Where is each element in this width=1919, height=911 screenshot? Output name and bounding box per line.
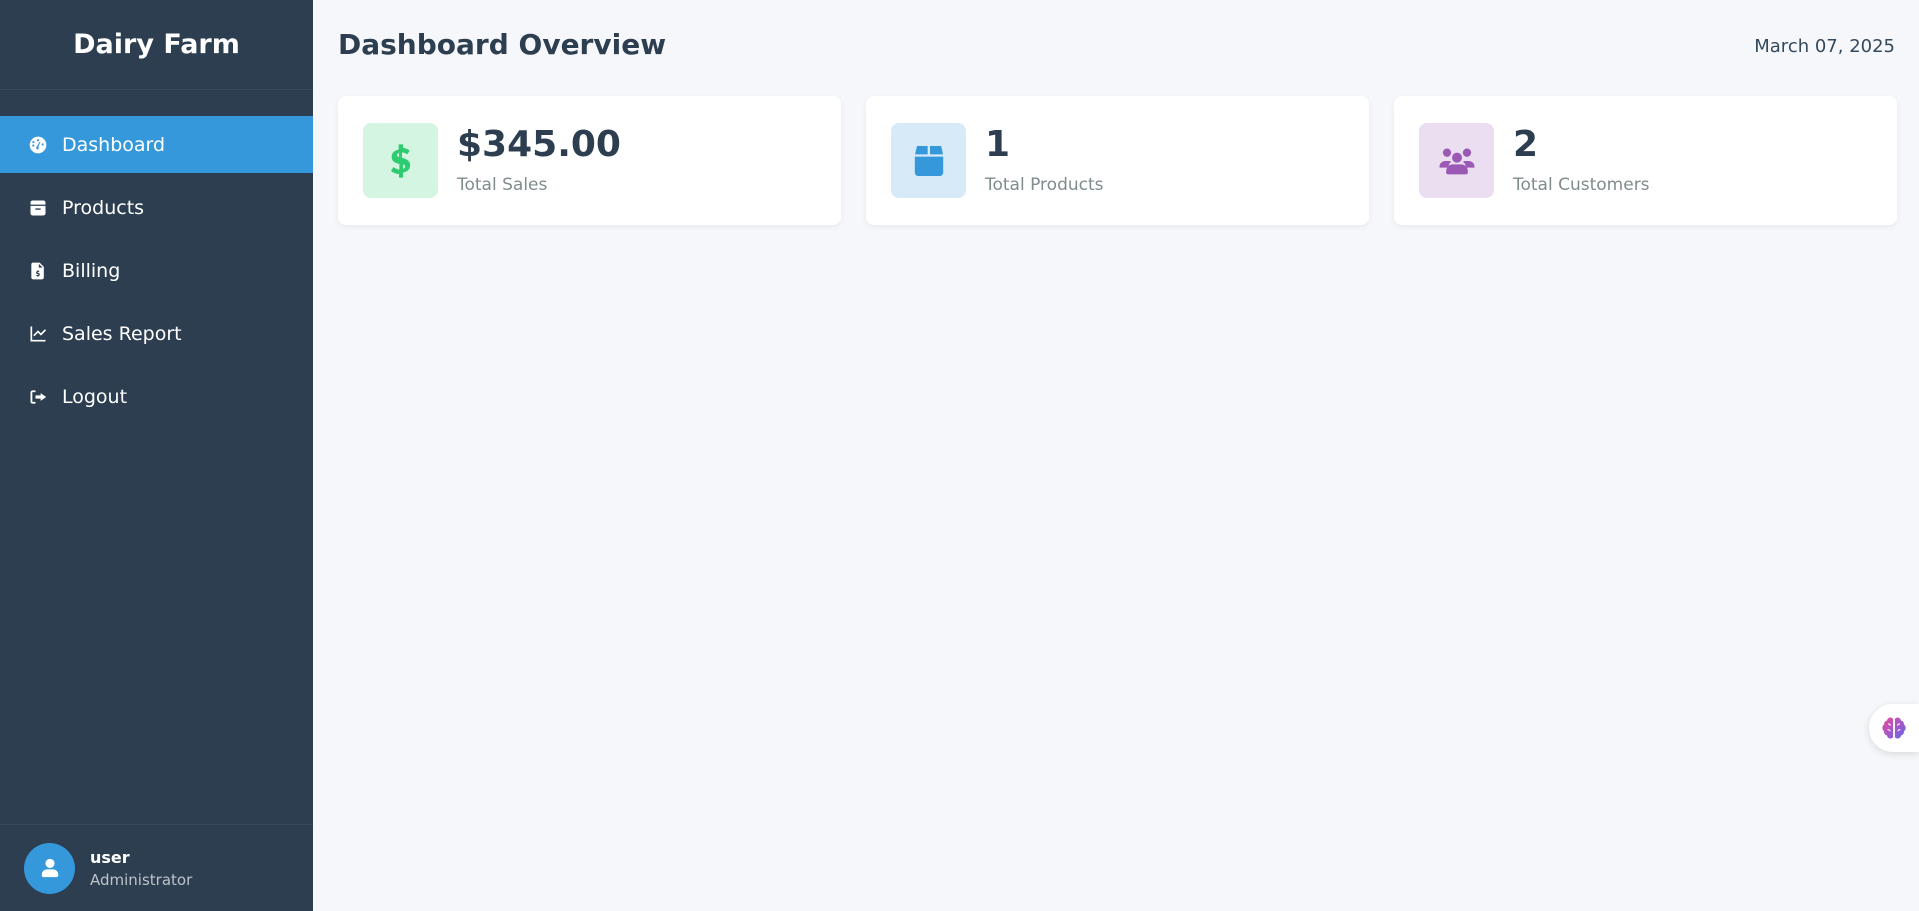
stat-card-total-products: 1 Total Products bbox=[866, 96, 1369, 225]
stat-value: 1 bbox=[985, 123, 1011, 165]
brain-icon bbox=[1882, 717, 1906, 739]
box-icon bbox=[27, 197, 49, 219]
page-title: Dashboard Overview bbox=[338, 28, 667, 61]
stat-label: Total Products bbox=[985, 174, 1104, 195]
stat-value: $345.00 bbox=[457, 123, 621, 165]
user-name: user bbox=[90, 847, 130, 867]
sidebar-item-products[interactable]: Products bbox=[0, 179, 313, 236]
stat-label: Total Sales bbox=[457, 174, 548, 195]
user-profile[interactable]: user Administrator bbox=[0, 824, 313, 911]
line-chart-icon bbox=[27, 323, 49, 345]
sidebar-item-label: Billing bbox=[62, 259, 121, 282]
sidebar-item-sales-report[interactable]: Sales Report bbox=[0, 305, 313, 362]
sidebar-item-logout[interactable]: Logout bbox=[0, 368, 313, 425]
user-icon bbox=[41, 858, 58, 878]
brand: Dairy Farm bbox=[0, 0, 313, 90]
sidebar-item-label: Sales Report bbox=[62, 322, 182, 345]
stat-icon-box bbox=[1419, 123, 1494, 198]
sidebar-item-label: Logout bbox=[62, 385, 128, 408]
main-content: Dashboard Overview March 07, 2025 $345.0… bbox=[313, 0, 1919, 911]
stat-card-total-customers: 2 Total Customers bbox=[1394, 96, 1897, 225]
sidebar-item-billing[interactable]: Billing bbox=[0, 242, 313, 299]
stat-icon-box bbox=[891, 123, 966, 198]
brand-title: Dairy Farm bbox=[73, 29, 240, 60]
dollar-icon bbox=[390, 143, 410, 178]
stat-card-total-sales: $345.00 Total Sales bbox=[338, 96, 841, 225]
invoice-icon bbox=[27, 260, 49, 282]
box-icon bbox=[914, 145, 943, 176]
sidebar-nav: Dashboard Products Billing Sales Report … bbox=[0, 116, 313, 425]
avatar bbox=[24, 842, 75, 894]
current-date: March 07, 2025 bbox=[1754, 36, 1895, 57]
sidebar: Dairy Farm Dashboard Products Billing Sa… bbox=[0, 0, 313, 911]
sidebar-item-label: Dashboard bbox=[62, 133, 166, 156]
user-role: Administrator bbox=[90, 870, 193, 889]
stat-value: 2 bbox=[1513, 123, 1539, 165]
users-icon bbox=[1439, 148, 1474, 174]
logout-icon bbox=[27, 386, 49, 408]
dashboard-gauge-icon bbox=[27, 134, 49, 156]
floating-assistant-button[interactable] bbox=[1869, 704, 1919, 752]
sidebar-item-dashboard[interactable]: Dashboard bbox=[0, 116, 313, 173]
sidebar-item-label: Products bbox=[62, 196, 145, 219]
stat-icon-box bbox=[363, 123, 438, 198]
stat-label: Total Customers bbox=[1513, 174, 1650, 195]
